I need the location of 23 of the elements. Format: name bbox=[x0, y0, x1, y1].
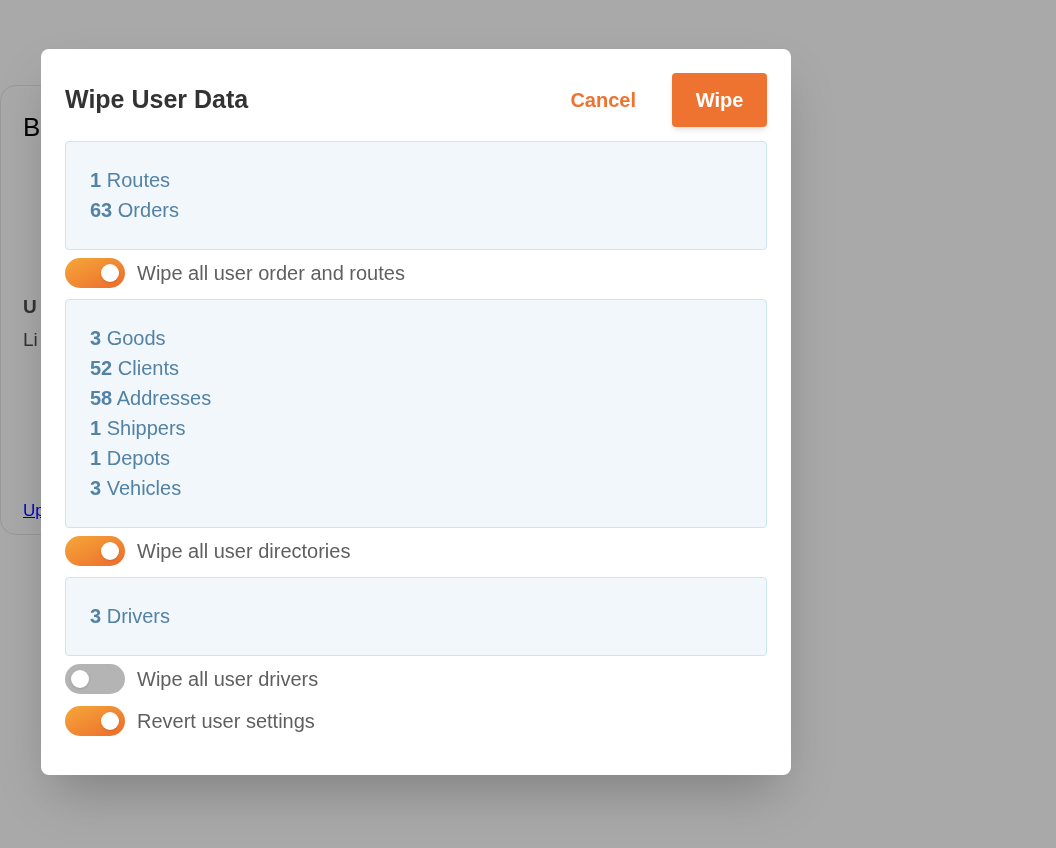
dialog-title: Wipe User Data bbox=[65, 84, 249, 116]
toggle-switch[interactable] bbox=[65, 664, 125, 694]
count-text: 1 Routes bbox=[90, 168, 171, 193]
cancel-button[interactable]: Cancel bbox=[570, 85, 636, 115]
field-value: Li bbox=[23, 327, 38, 352]
toggle-label: Revert user settings bbox=[137, 709, 315, 734]
toggle-label: Wipe all user drivers bbox=[137, 667, 319, 692]
toggle-switch[interactable] bbox=[65, 258, 125, 288]
count-text: 63 Orders bbox=[90, 198, 179, 223]
count-text: 1 Shippers bbox=[90, 416, 186, 441]
card-title: B bbox=[23, 111, 41, 144]
toggle-label: Wipe all user directories bbox=[137, 539, 351, 564]
count-text: 58 Addresses bbox=[90, 386, 212, 411]
toggle-label: Wipe all user order and routes bbox=[137, 261, 405, 286]
wipe-button[interactable]: Wipe bbox=[672, 73, 767, 127]
field-label: U bbox=[23, 295, 37, 319]
count-text: 3 Goods bbox=[90, 326, 166, 351]
count-text: 1 Depots bbox=[90, 446, 171, 471]
toggle-switch[interactable] bbox=[65, 536, 125, 566]
count-text: 3 Drivers bbox=[90, 604, 171, 629]
count-text: 3 Vehicles bbox=[90, 476, 182, 501]
toggle-switch[interactable] bbox=[65, 706, 125, 736]
count-text: 52 Clients bbox=[90, 356, 179, 381]
